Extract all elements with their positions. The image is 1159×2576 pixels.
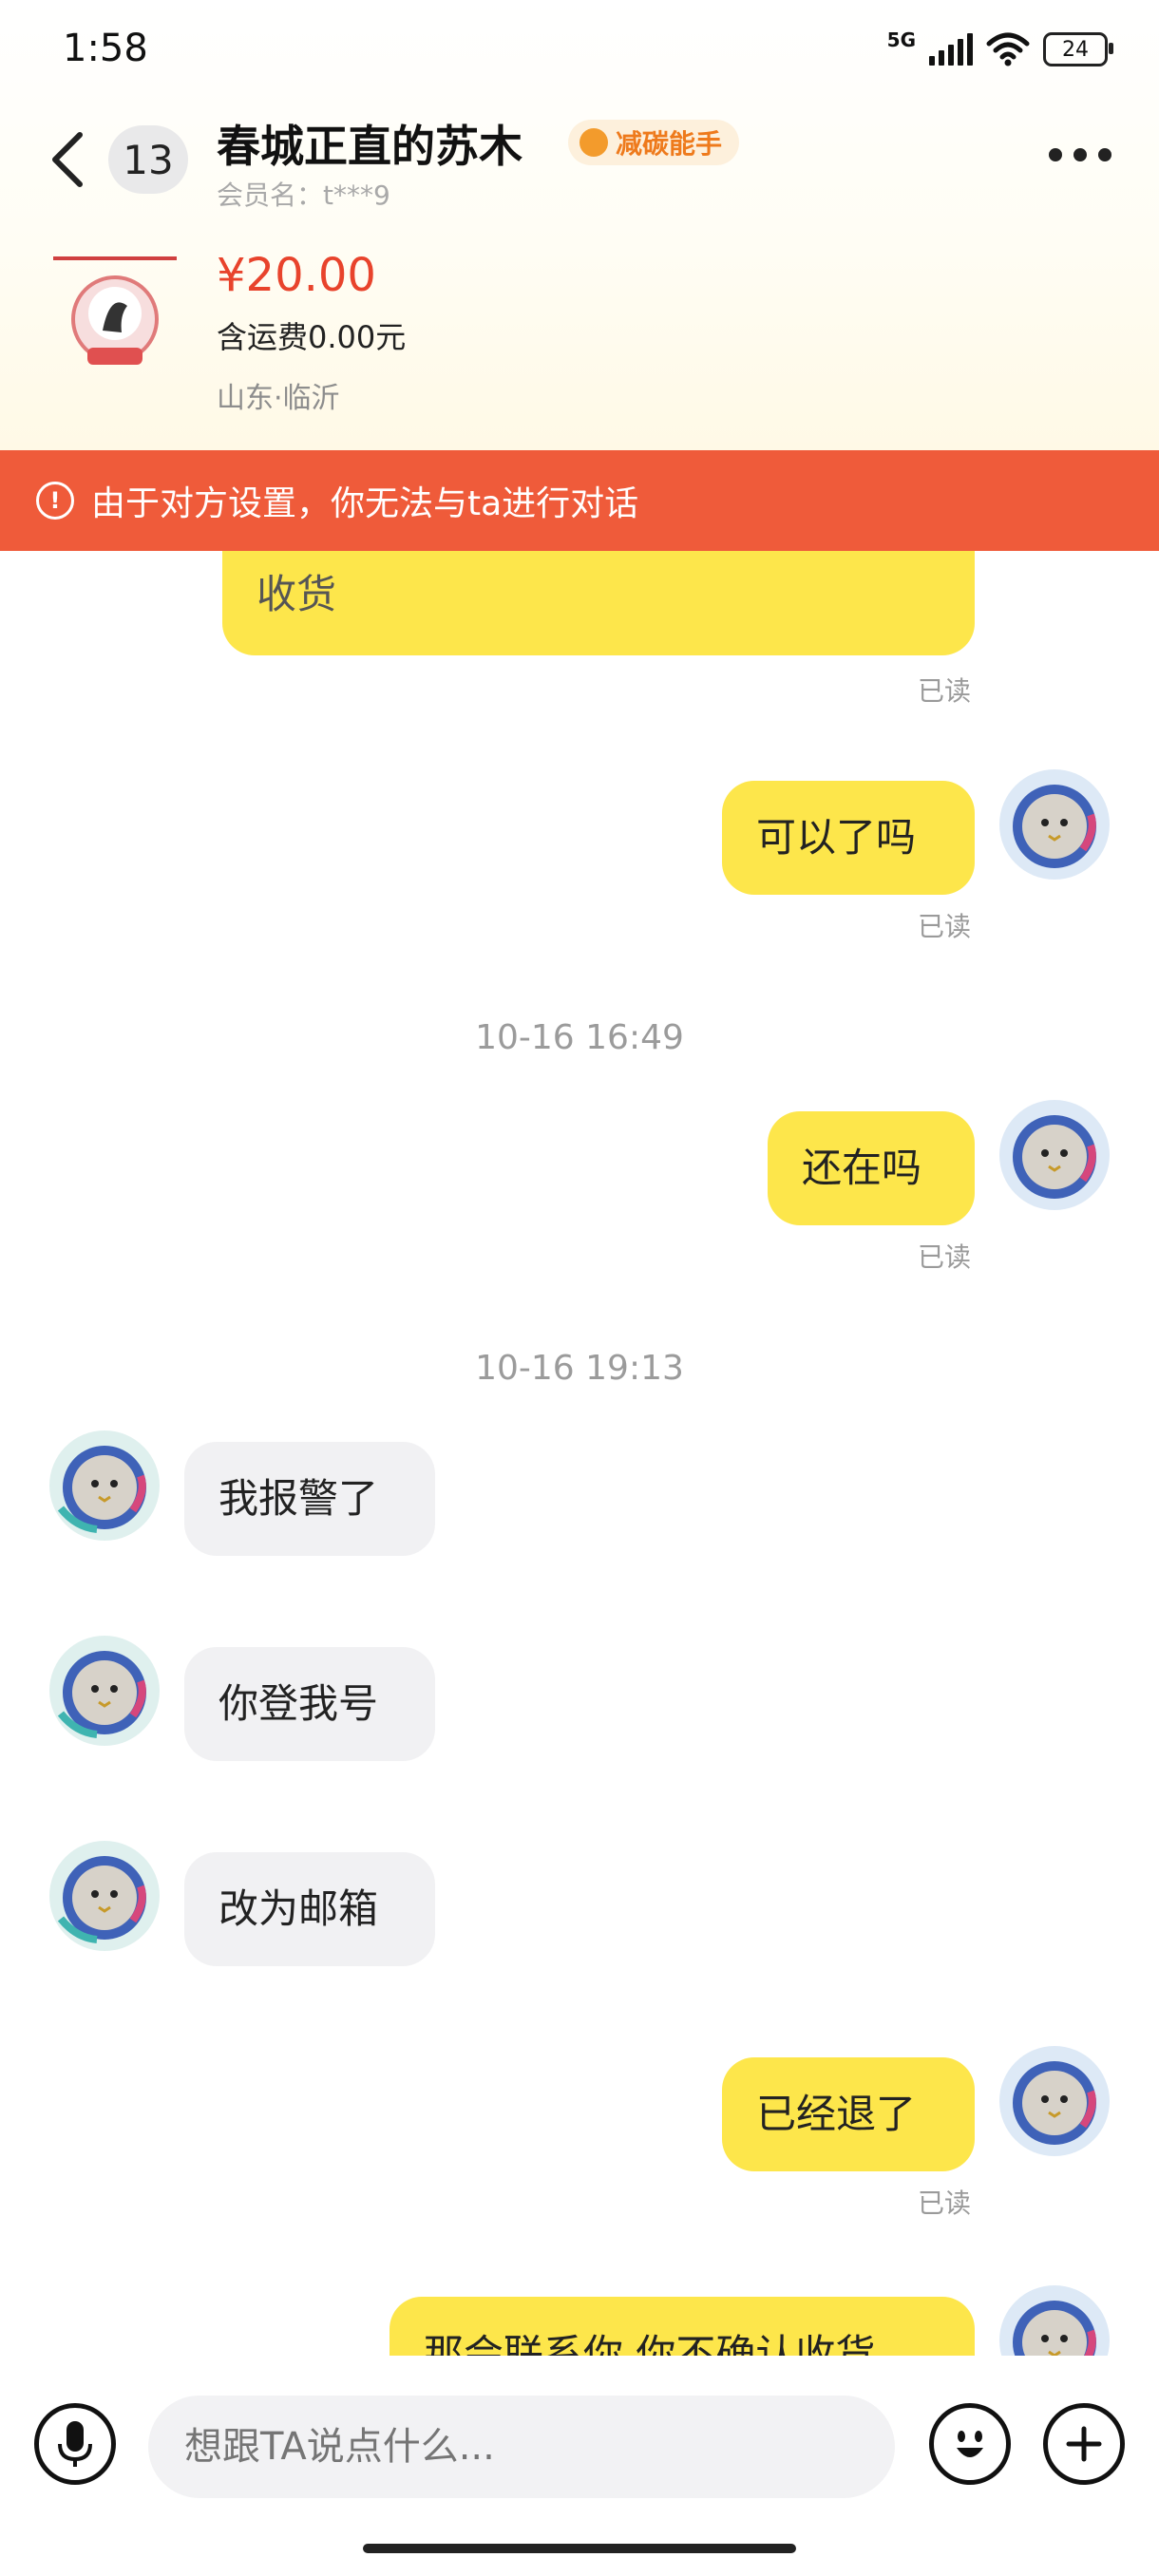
status-time: 1:58 [63, 27, 148, 70]
battery-icon: 24 [1043, 32, 1113, 66]
chat-title: 春城正直的苏木 [217, 121, 522, 172]
message-timestamp: 10-16 19:13 [475, 1349, 684, 1388]
message-list[interactable]: 收货 已读 可以了吗 已读 10-16 16:49 还在吗 已读 10-16 1… [0, 551, 1159, 2356]
read-receipt: 已读 [918, 675, 972, 707]
message-bubble-mine[interactable]: 还在吗 [768, 1111, 975, 1225]
alert-text: 由于对方设置，你无法与ta进行对话 [91, 484, 639, 523]
status-indicators: 5G 24 [886, 27, 1113, 72]
my-avatar-icon[interactable] [998, 2044, 1112, 2158]
message-input[interactable] [148, 2396, 895, 2498]
unread-count-badge[interactable]: 13 [108, 125, 188, 194]
read-receipt: 已读 [918, 911, 972, 942]
badge-label: 减碳能手 [616, 128, 723, 160]
message-bubble-mine[interactable]: 收货 [222, 551, 975, 655]
message-timestamp: 10-16 16:49 [475, 1018, 684, 1057]
message-bubble-mine[interactable]: 那会联系你 你不确认收货 [390, 2297, 975, 2356]
member-name: 会员名：t***9 [217, 180, 390, 211]
message-bubble-contact[interactable]: 改为邮箱 [184, 1852, 435, 1966]
my-avatar-icon[interactable] [998, 1098, 1112, 1212]
read-receipt: 已读 [918, 1241, 972, 1273]
wifi-icon [986, 32, 1030, 66]
network-type: 5G [886, 28, 916, 51]
my-avatar-icon[interactable] [998, 767, 1112, 881]
contact-avatar-icon[interactable] [48, 1429, 162, 1543]
emoji-icon [957, 2431, 983, 2457]
shipping-info: 含运费0.00元 [217, 319, 407, 355]
message-bubble-contact[interactable]: 我报警了 [184, 1442, 435, 1556]
badge-tag[interactable]: 减碳能手 [568, 120, 740, 165]
message-bubble-contact[interactable]: 你登我号 [184, 1647, 435, 1761]
message-bubble-mine[interactable]: 可以了吗 [722, 781, 975, 895]
warning-icon: ! [36, 482, 74, 520]
plus-icon [1066, 2426, 1102, 2462]
seller-location: 山东·临沂 [217, 382, 340, 415]
message-bubble-mine[interactable]: 已经退了 [722, 2057, 975, 2171]
back-arrow-icon[interactable] [46, 129, 91, 190]
contact-avatar-icon[interactable] [48, 1634, 162, 1748]
product-price: ¥20.00 [217, 249, 376, 302]
leaf-icon [580, 128, 608, 157]
read-receipt: 已读 [918, 2188, 972, 2219]
microphone-icon [58, 2421, 92, 2467]
product-thumbnail[interactable] [53, 256, 177, 380]
contact-avatar-icon[interactable] [48, 1839, 162, 1953]
emoji-button[interactable] [929, 2403, 1011, 2485]
blocked-alert-banner: ! 由于对方设置，你无法与ta进行对话 [0, 450, 1159, 551]
input-bar [0, 2356, 1159, 2576]
more-actions-button[interactable] [1043, 2403, 1125, 2485]
home-indicator[interactable] [363, 2544, 796, 2553]
my-avatar-icon[interactable] [998, 2283, 1112, 2356]
voice-input-button[interactable] [34, 2403, 116, 2485]
more-options-icon[interactable] [1049, 148, 1112, 161]
signal-icon [929, 33, 973, 66]
